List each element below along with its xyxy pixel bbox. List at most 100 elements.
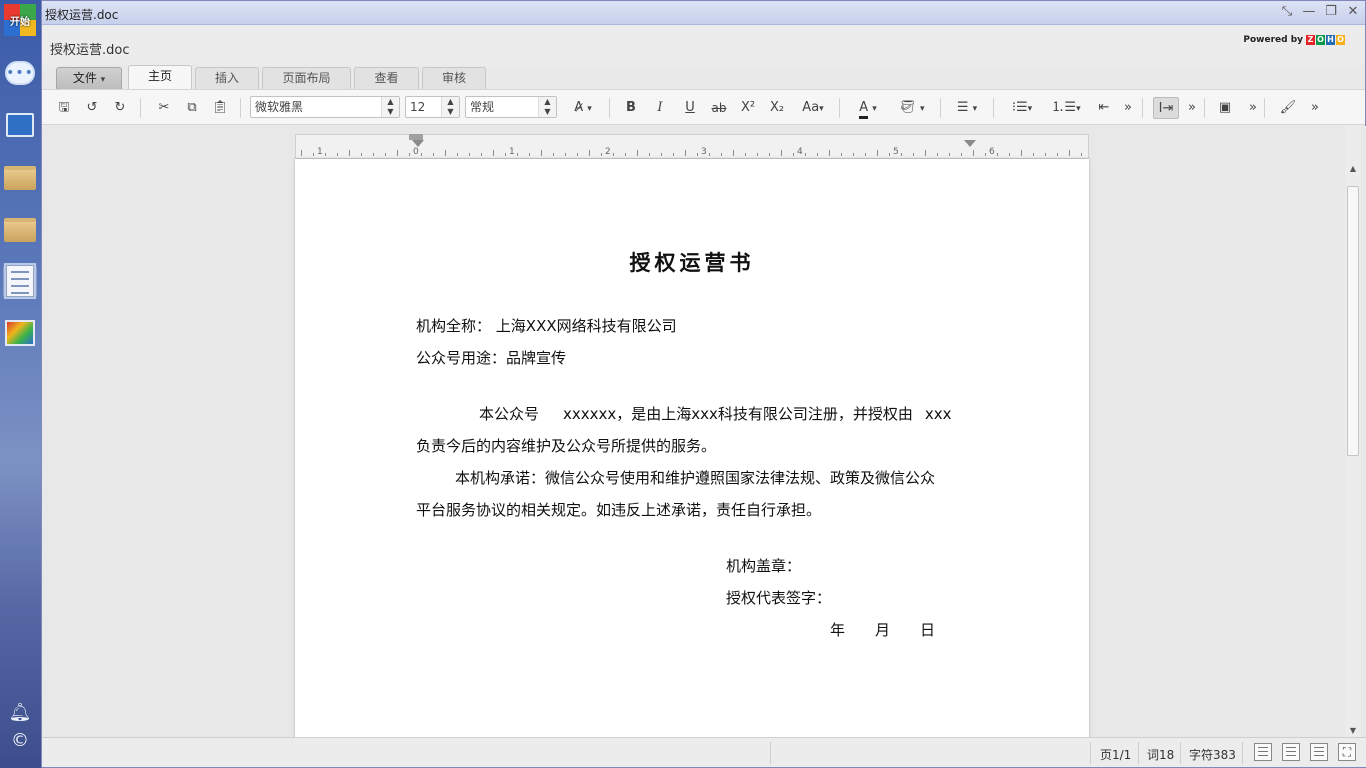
zoho-letter-z: Z	[1306, 35, 1315, 45]
undo-icon[interactable]: ↺	[81, 97, 103, 119]
tab-insert[interactable]: 插入	[195, 67, 259, 89]
document-name[interactable]: 授权运营.doc	[50, 39, 130, 58]
save-icon[interactable]: 🖫︎	[53, 97, 75, 119]
border-shading-icon[interactable]: ▣	[1214, 97, 1236, 119]
spinner-icon[interactable]: ▲ ▼	[441, 97, 459, 117]
scroll-down-icon[interactable]: ▼	[1348, 726, 1358, 735]
web-layout-view-icon[interactable]	[1282, 743, 1300, 761]
org-name-line: 机构全称： 上海XXX网络科技有限公司	[416, 315, 677, 336]
page-count: 页1/1	[1100, 748, 1132, 762]
tab-file[interactable]: 文件 ▾	[56, 67, 122, 89]
spinner-icon[interactable]: ▲ ▼	[381, 97, 399, 117]
ruler-tick	[961, 153, 962, 156]
tab-home[interactable]: 主页	[128, 65, 192, 89]
ruler-tick	[661, 153, 662, 156]
horizontal-ruler[interactable]: 1 0 1 2 3 4 5 6	[295, 134, 1089, 159]
bell-icon[interactable]: 🔔︎	[8, 702, 32, 724]
paste-icon[interactable]: 📋︎	[209, 97, 231, 119]
font-family-select[interactable]: 微软雅黑 ▲ ▼	[250, 96, 400, 118]
font-size-select[interactable]: 12 ▲ ▼	[405, 96, 460, 118]
ribbon-tabs: 文件 ▾ 主页 插入 页面布局 查看 审核	[42, 65, 1365, 89]
shared-folder-button[interactable]	[3, 213, 37, 247]
folder-button[interactable]	[3, 161, 37, 195]
tab-file-label: 文件	[72, 71, 97, 85]
outdent-icon[interactable]: ⇤	[1093, 97, 1115, 119]
graphics-app-button[interactable]	[3, 316, 37, 350]
more-options-icon[interactable]: »	[1117, 97, 1139, 119]
restore-icon[interactable]: ❐	[1323, 4, 1339, 20]
highlight-color-icon[interactable]: 🪣︎ ▾	[894, 97, 930, 119]
format-painter-icon[interactable]: 🖌︎	[1277, 97, 1299, 119]
char-count: 字符383	[1189, 748, 1236, 762]
ruler-tick	[457, 153, 458, 156]
writer-app-button[interactable]	[3, 264, 37, 298]
start-button[interactable]: 开始	[3, 3, 37, 37]
year-label: 年	[830, 621, 846, 639]
first-line-indent-icon[interactable]	[412, 140, 424, 147]
chat-bubble-icon: •••	[5, 61, 35, 85]
copyright-icon[interactable]: ©	[8, 730, 32, 752]
tab-review[interactable]: 审核	[422, 67, 486, 89]
spinner-icon[interactable]: ▲ ▼	[538, 97, 556, 117]
ruler-tick	[865, 153, 866, 156]
strikethrough-button[interactable]: ab	[708, 97, 730, 119]
bullet-list-icon[interactable]: ⁝☰▾	[1005, 97, 1039, 119]
chat-app-button[interactable]: •••	[3, 56, 37, 90]
more-options-icon[interactable]: »	[1304, 97, 1326, 119]
redo-icon[interactable]: ↻	[109, 97, 131, 119]
font-color-button[interactable]: A ▾	[850, 97, 886, 119]
more-options-icon[interactable]: »	[1242, 97, 1264, 119]
remote-desktop-button[interactable]	[3, 108, 37, 142]
cut-icon[interactable]: ✂	[153, 97, 175, 119]
vertical-scrollbar[interactable]: ▲ ▼	[1345, 126, 1361, 738]
ruler-tick	[697, 153, 698, 156]
clear-format-icon[interactable]: A̷ ▾	[568, 97, 598, 119]
ruler-tick	[913, 153, 914, 156]
superscript-button[interactable]: X²	[737, 97, 759, 119]
fullscreen-icon[interactable]: ⤡	[1279, 4, 1295, 20]
tab-page-layout[interactable]: 页面布局	[262, 67, 351, 89]
paragraph-1-line-2: 负责今后的内容维护及公众号所提供的服务。	[416, 437, 717, 455]
scroll-up-icon[interactable]: ▲	[1348, 164, 1358, 173]
minimize-icon[interactable]: —	[1301, 4, 1317, 20]
ruler-tick	[373, 153, 374, 156]
close-icon[interactable]: ✕	[1345, 4, 1361, 20]
align-left-icon[interactable]: ☰ ▾	[952, 97, 982, 119]
word-count: 词18	[1147, 748, 1175, 762]
ruler-tick	[685, 150, 686, 156]
ruler-tick	[829, 150, 830, 156]
ruler-tick	[637, 150, 638, 156]
copy-icon[interactable]: ⧉	[181, 97, 203, 119]
numbered-list-icon[interactable]: ⒈☰▾	[1049, 97, 1083, 119]
change-case-button[interactable]: Aa▾	[798, 97, 828, 119]
tab-view[interactable]: 查看	[354, 67, 419, 89]
italic-button[interactable]: I	[649, 97, 671, 119]
underline-button[interactable]: U	[679, 97, 701, 119]
read-mode-view-icon[interactable]	[1310, 743, 1328, 761]
fullscreen-view-icon[interactable]: ⛶	[1338, 743, 1356, 761]
bold-button[interactable]: B	[620, 97, 642, 119]
ruler-tick	[985, 153, 986, 156]
start-logo-icon: 开始	[4, 4, 36, 36]
ruler-tick	[577, 153, 578, 156]
paragraph-style-value: 常规	[470, 100, 495, 114]
scrollbar-thumb[interactable]	[1347, 186, 1359, 456]
ruler-tick	[805, 153, 806, 156]
folder-icon	[4, 166, 36, 190]
more-options-icon[interactable]: »	[1181, 97, 1203, 119]
ruler-tick	[397, 150, 398, 156]
ruler-number: 3	[701, 147, 707, 157]
ruler-tick	[1033, 153, 1034, 156]
ruler-number: 1	[509, 147, 515, 157]
text-direction-icon[interactable]: I⇥	[1153, 97, 1179, 119]
ruler-tick	[937, 153, 938, 156]
ruler-tick	[745, 153, 746, 156]
paragraph-style-select[interactable]: 常规 ▲ ▼	[465, 96, 557, 118]
document-page[interactable]: 授权运营书 机构全称： 上海XXX网络科技有限公司 公众号用途：品牌宣传 本公众…	[295, 159, 1089, 738]
print-layout-view-icon[interactable]	[1254, 743, 1272, 761]
right-indent-icon[interactable]	[964, 140, 976, 147]
org-name-label: 机构全称：	[416, 317, 492, 335]
org-name-value: 上海XXX网络科技有限公司	[495, 317, 677, 335]
ruler-tick	[493, 150, 494, 156]
subscript-button[interactable]: X₂	[766, 97, 788, 119]
